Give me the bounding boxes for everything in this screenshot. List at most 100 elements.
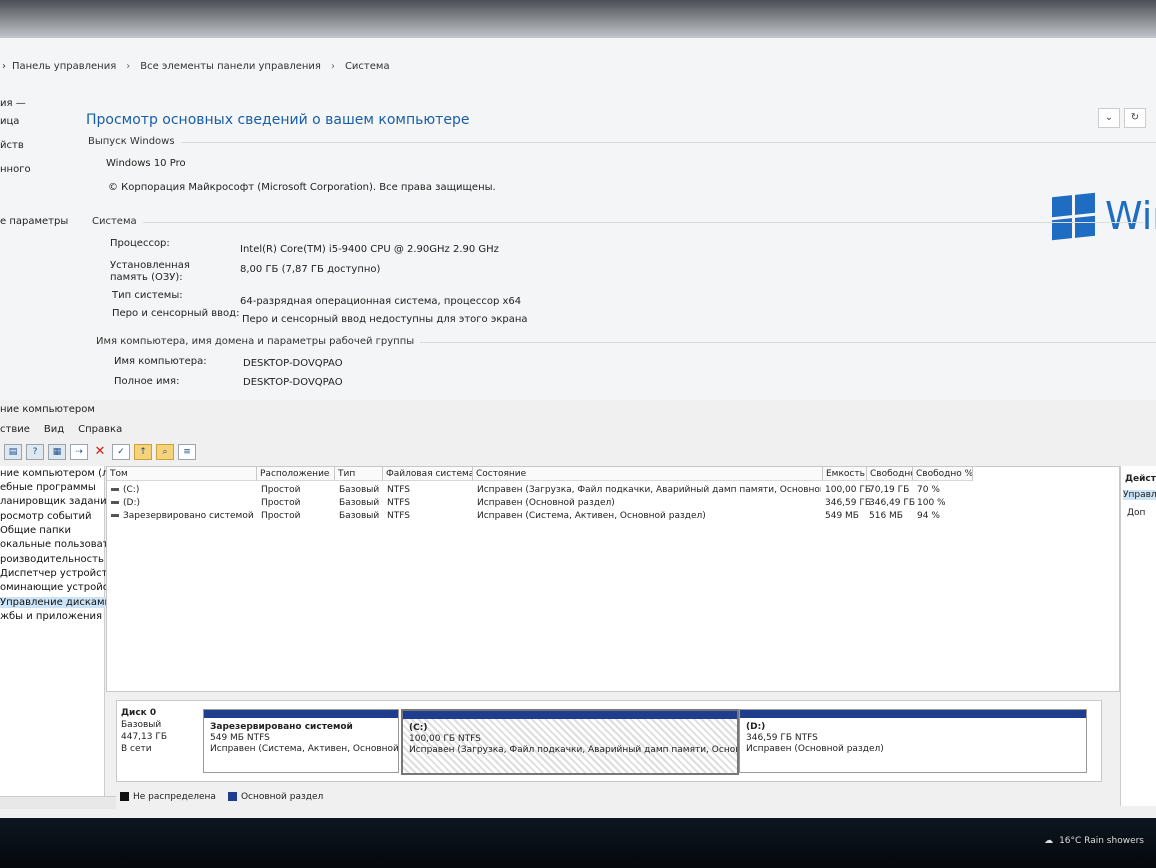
legend-primary: Основной раздел <box>227 792 323 802</box>
disk-name: Диск 0 <box>121 708 157 718</box>
col-header-free-percent[interactable]: Свободно % <box>913 467 973 481</box>
col-header-status[interactable]: Состояние <box>473 467 823 481</box>
drive-icon <box>111 514 119 517</box>
tree-item[interactable]: окальные пользовате <box>0 539 115 550</box>
pen-value: Перо и сенсорный ввод недоступны для это… <box>242 314 528 325</box>
tree-item[interactable]: Диспетчер устройств <box>0 568 113 579</box>
edition-heading: Выпуск Windows <box>88 136 1156 147</box>
systype-value: 64-разрядная операционная система, проце… <box>240 296 522 307</box>
monitor-bezel-top <box>0 0 1156 40</box>
tree-item[interactable]: росмотр событий <box>0 511 91 522</box>
windows-logo-text: Wir <box>1105 194 1156 238</box>
full-name-label: Полное имя: <box>114 376 180 387</box>
window-title: ние компьютером <box>0 404 95 415</box>
page-title: Просмотр основных сведений о вашем компь… <box>86 112 470 128</box>
computer-management-window: ние компьютером ствие Вид Справка ▤ ? ▦ … <box>0 400 1156 818</box>
delete-icon[interactable]: ✕ <box>92 445 108 459</box>
windows-flag-icon <box>1052 192 1095 240</box>
breadcrumb-separator-icon: › <box>330 60 335 72</box>
ram-label: Установленная память (ОЗУ): <box>110 260 190 283</box>
cpu-label: Процессор: <box>110 238 170 249</box>
taskbar <box>0 818 1156 868</box>
partition-d[interactable]: (D:) 346,59 ГБ NTFS Исправен (Основной р… <box>739 709 1087 773</box>
disk-status: В сети <box>121 744 152 754</box>
legend-unallocated: Не распределена <box>120 792 216 802</box>
system-heading: Система <box>92 216 1143 227</box>
full-name-value: DESKTOP-DOVQPAO <box>243 377 343 388</box>
tree-item[interactable]: Общие папки <box>0 525 71 536</box>
tree-horizontal-scrollbar[interactable] <box>0 796 116 809</box>
taskbar-weather[interactable]: ☁ 16°C Rain showers <box>1044 836 1144 846</box>
col-header-layout[interactable]: Расположение <box>257 467 335 481</box>
folder-up-icon[interactable]: ↑ <box>134 444 152 460</box>
properties-icon[interactable]: ▦ <box>48 444 66 460</box>
ram-value: 8,00 ГБ (7,87 ГБ доступно) <box>240 264 381 275</box>
actions-pane: Действ Управле Доп <box>1120 466 1156 806</box>
computer-name-label: Имя компьютера: <box>114 356 207 367</box>
tree-item[interactable]: ние компьютером (л <box>0 468 108 479</box>
col-header-volume[interactable]: Том <box>107 467 257 481</box>
check-icon[interactable]: ✓ <box>112 444 130 460</box>
drive-icon <box>111 488 119 491</box>
tree-item-disk-management[interactable]: Управление дисками <box>0 597 112 608</box>
console-tree: ние компьютером (л ебные программы ланир… <box>0 466 115 806</box>
menu-bar: ствие Вид Справка <box>0 424 122 435</box>
computer-name-value: DESKTOP-DOVQPAO <box>243 358 343 369</box>
legend-swatch-icon <box>227 792 237 801</box>
refresh-icon[interactable]: ↻ <box>1124 108 1146 128</box>
disk-legend: Не распределена Основной раздел <box>120 792 323 802</box>
folder-search-icon[interactable]: ⌕ <box>156 444 174 460</box>
menu-action[interactable]: ствие <box>0 424 30 435</box>
col-header-capacity[interactable]: Емкость <box>823 467 867 481</box>
breadcrumb-chevron-icon: › <box>2 60 6 72</box>
pen-label: Перо и сенсорный ввод: <box>112 308 240 319</box>
tree-item[interactable]: оминающие устройст <box>0 582 114 593</box>
edition-name: Windows 10 Pro <box>106 158 186 169</box>
breadcrumb-system[interactable]: Система <box>345 61 390 72</box>
actions-heading: Действ <box>1125 474 1156 484</box>
list-view-icon[interactable]: ≡ <box>178 444 196 460</box>
left-nav-item[interactable]: нного <box>0 164 31 175</box>
dropdown-chevron-icon[interactable]: ⌄ <box>1098 108 1120 128</box>
tree-item[interactable]: ланировщик заданий <box>0 496 113 507</box>
partition-c[interactable]: (C:) 100,00 ГБ NTFS Исправен (Загрузка, … <box>401 709 739 775</box>
computer-name-heading: Имя компьютера, имя домена и параметры р… <box>96 336 1156 347</box>
tree-item[interactable]: жбы и приложения <box>0 611 102 622</box>
left-nav-item[interactable]: ица <box>0 116 19 127</box>
windows-logo: Wir <box>1052 192 1156 240</box>
help-icon[interactable]: ? <box>26 444 44 460</box>
actions-more-item[interactable]: Доп <box>1127 508 1145 518</box>
toolbar: ▤ ? ▦ ⇢ ✕ ✓ ↑ ⌕ ≡ <box>0 442 196 462</box>
system-window: › Панель управления › Все элементы панел… <box>0 38 1156 400</box>
breadcrumb-separator-icon: › <box>126 60 131 72</box>
connect-icon[interactable]: ⇢ <box>70 444 88 460</box>
actions-selected-item[interactable]: Управле <box>1123 490 1156 500</box>
col-header-free[interactable]: Свободно <box>867 467 913 481</box>
breadcrumb-control-panel[interactable]: Панель управления <box>12 61 116 72</box>
col-header-filesystem[interactable]: Файловая система <box>383 467 473 481</box>
tree-item[interactable]: роизводительность <box>0 554 104 565</box>
breadcrumb-all-items[interactable]: Все элементы панели управления <box>140 61 321 72</box>
disk-type: Базовый <box>121 720 162 730</box>
address-controls: ⌄ ↻ <box>1098 108 1146 128</box>
disk-size: 447,13 ГБ <box>121 732 168 742</box>
breadcrumb: › Панель управления › Все элементы панел… <box>0 56 390 76</box>
menu-help[interactable]: Справка <box>78 424 122 435</box>
disk-map: Диск 0 Базовый 447,13 ГБ В сети Зарезерв… <box>116 700 1102 782</box>
edition-copyright: © Корпорация Майкрософт (Microsoft Corpo… <box>108 182 496 193</box>
tree-item[interactable]: ебные программы <box>0 482 96 493</box>
weather-icon: ☁ <box>1044 836 1054 846</box>
legend-swatch-icon <box>120 792 129 801</box>
partition-reserved[interactable]: Зарезервировано системой 549 МБ NTFS Исп… <box>203 709 399 773</box>
systype-label: Тип системы: <box>112 290 183 301</box>
drive-icon <box>111 501 119 504</box>
left-nav-item[interactable]: ия — <box>0 98 26 109</box>
menu-view[interactable]: Вид <box>44 424 64 435</box>
left-nav-item[interactable]: е параметры <box>0 216 68 227</box>
cpu-value: Intel(R) Core(TM) i5-9400 CPU @ 2.90GHz … <box>240 244 499 255</box>
volume-list: Том Расположение Тип Файловая система Со… <box>106 466 1120 692</box>
disk-0-label[interactable]: Диск 0 Базовый 447,13 ГБ В сети <box>121 707 167 755</box>
console-tree-icon[interactable]: ▤ <box>4 444 22 460</box>
left-nav-item[interactable]: йств <box>0 140 24 151</box>
col-header-type[interactable]: Тип <box>335 467 383 481</box>
